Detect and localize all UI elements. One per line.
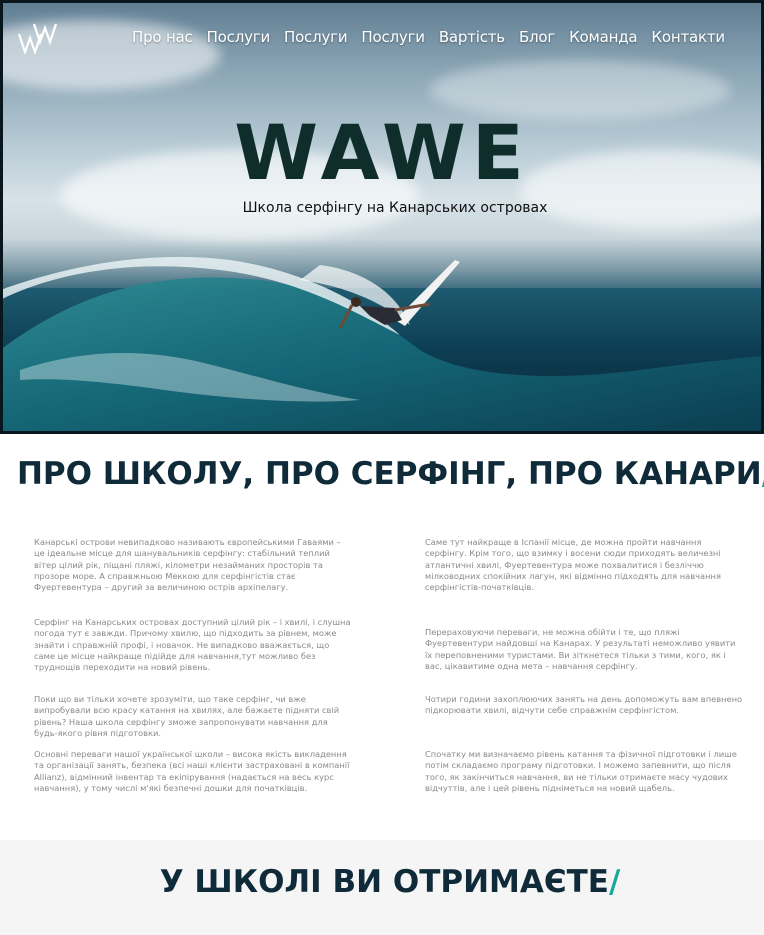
benefits-section: У ШКОЛІ ВИ ОТРИМАЄТЕ/ — [0, 840, 764, 935]
about-paragraph: Канарські острови невипадково називають … — [34, 537, 341, 593]
benefits-section-title: У ШКОЛІ ВИ ОТРИМАЄТЕ/ — [0, 864, 764, 900]
about-paragraph: Саме тут найкраще в Іспанії місце, де мо… — [425, 537, 721, 593]
about-paragraph: Спочатку ми визначаємо рівень катання та… — [425, 749, 737, 793]
nav-item-pricing[interactable]: Вартість — [439, 28, 505, 46]
nav-item-contacts[interactable]: Контакти — [651, 28, 725, 46]
nav-item-services-2[interactable]: Послуги — [284, 28, 348, 46]
about-paragraph: Серфінг на Канарських островах доступний… — [34, 617, 351, 673]
about-paragraph: Перераховуючи переваги, не можна обійти … — [425, 627, 736, 671]
wave-surfer-image — [0, 256, 764, 434]
about-title-text: ПРО ШКОЛУ, ПРО СЕРФІНГ, ПРО КАНАРИ — [16, 456, 762, 492]
brand-title: WAWE — [234, 108, 530, 197]
about-paragraph: Основні переваги нашої української школи… — [34, 749, 350, 793]
nav-item-services-3[interactable]: Послуги — [361, 28, 425, 46]
wave-w-logo-icon[interactable] — [18, 22, 58, 54]
about-paragraph: Чотири години захоплюючих занять на день… — [425, 694, 743, 716]
accent-slash: / — [608, 864, 621, 900]
benefits-title-text: У ШКОЛІ ВИ ОТРИМАЄТЕ — [159, 864, 609, 900]
hero-tagline: Школа серфінгу на Канарських островах — [242, 200, 548, 216]
about-paragraph: Поки що ви тільки хочете зрозуміти, що т… — [34, 694, 340, 738]
about-section-title: ПРО ШКОЛУ, ПРО СЕРФІНГ, ПРО КАНАРИ/ — [0, 456, 764, 492]
hero-section: Про нас Послуги Послуги Послуги Вартість… — [0, 0, 764, 434]
nav-item-team[interactable]: Команда — [569, 28, 638, 46]
nav-item-blog[interactable]: Блог — [519, 28, 555, 46]
nav-item-about[interactable]: Про нас — [132, 28, 193, 46]
main-nav: Про нас Послуги Послуги Послуги Вартість… — [132, 28, 739, 46]
nav-item-services-1[interactable]: Послуги — [207, 28, 271, 46]
